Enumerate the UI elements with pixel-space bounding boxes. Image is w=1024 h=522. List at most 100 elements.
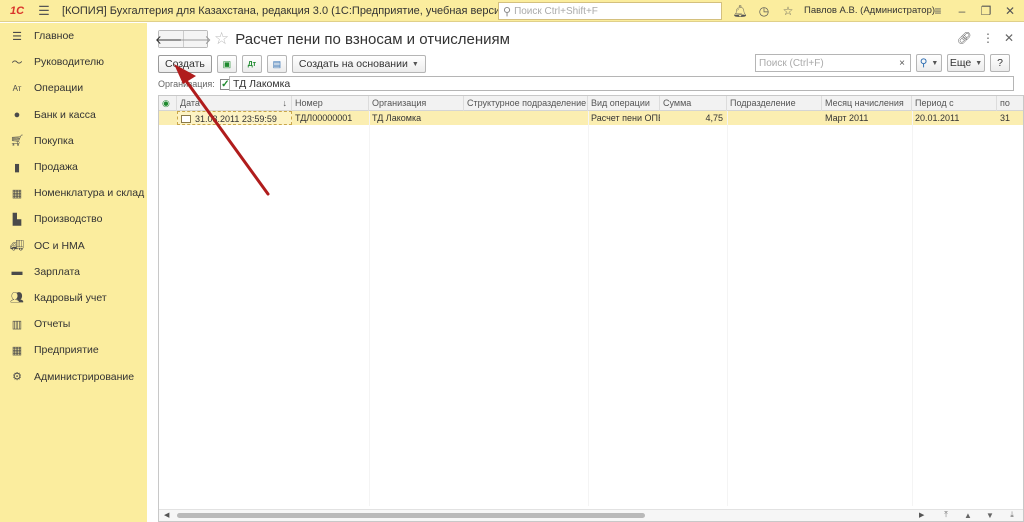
horizontal-scrollbar[interactable]: ◀ ▶ ⤒ ▲ ▼ ⤓ <box>159 509 1023 521</box>
structure-icon[interactable]: ▤ <box>266 55 287 73</box>
dt-kt-icon[interactable]: Дт <box>241 55 262 73</box>
favorite-star-icon[interactable]: ☆ <box>214 29 229 49</box>
search-icon: ⚲ <box>503 5 512 18</box>
gear-icon: ⚙ <box>12 371 22 384</box>
sidebar-item-5[interactable]: ▮ Продажа <box>0 154 147 180</box>
sidebar-item-label: Операции <box>34 82 84 95</box>
coin-icon: ● <box>13 108 21 121</box>
clear-search-icon[interactable]: × <box>894 54 911 72</box>
sidebar-item-9[interactable]: ▬ Зарплата <box>0 259 147 285</box>
scroll-bottom-icon[interactable]: ⤓ <box>1003 509 1021 521</box>
sidebar-item-6[interactable]: ▦ Номенклатура и склад <box>0 180 147 206</box>
scroll-up-icon[interactable]: ▲ <box>959 509 977 521</box>
org-filter-label: Организация: <box>158 79 215 89</box>
column-operation-type[interactable]: Вид операции <box>588 96 660 111</box>
row-date-cell[interactable]: 31.03.2011 23:59:59 <box>177 111 292 125</box>
sidebar-item-7[interactable]: ▙ Производство <box>0 206 147 232</box>
sidebar-item-label: ОС и НМА <box>34 239 85 252</box>
sidebar-item-label: Отчеты <box>34 318 71 331</box>
column-period-to[interactable]: по <box>997 96 1023 111</box>
row-organization: ТД Лакомка <box>372 113 422 123</box>
operations-icon: Ат <box>12 83 22 93</box>
close-icon[interactable]: ✕ <box>998 0 1022 22</box>
create-based-on-label: Создать на основании <box>298 58 408 70</box>
column-sum[interactable]: Сумма <box>660 96 727 111</box>
scroll-right-icon[interactable]: ▶ <box>919 511 924 519</box>
row-number: ТДЛ00000001 <box>295 113 353 123</box>
sidebar-item-label: Кадровый учет <box>34 291 107 304</box>
more-options-icon[interactable]: ⋮ <box>982 31 994 45</box>
sidebar-item-label: Покупка <box>34 134 74 147</box>
create-based-on-button[interactable]: Создать на основании ▼ <box>291 55 426 73</box>
bell-icon[interactable]: 🔔︎ <box>728 0 752 22</box>
column-organization[interactable]: Организация <box>369 96 464 111</box>
sidebar-item-10[interactable]: 👥︎ Кадровый учет <box>0 285 147 311</box>
people-icon: 👥︎ <box>10 292 24 305</box>
settings-menu-icon[interactable]: ≡ <box>926 0 950 22</box>
column-date[interactable]: Дата ↓ <box>177 96 292 111</box>
column-number[interactable]: Номер <box>292 96 369 111</box>
1c-logo: 1С <box>9 4 25 17</box>
status-column-icon[interactable]: ◉ <box>159 96 177 111</box>
sidebar-item-0[interactable]: ☰ Главное <box>0 23 147 49</box>
sidebar-item-label: Производство <box>34 213 103 226</box>
row-division <box>727 111 822 125</box>
current-user[interactable]: Павлов А.В. (Администратор) <box>804 0 935 22</box>
sidebar-item-11[interactable]: ▥ Отчеты <box>0 311 147 337</box>
minimize-icon[interactable]: – <box>950 0 974 22</box>
help-button[interactable]: ? <box>990 54 1010 72</box>
cart-icon: 🛒︎ <box>10 135 24 148</box>
copy-document-icon[interactable]: ▣ <box>216 55 237 73</box>
list-search-input[interactable]: Поиск (Ctrl+F) <box>755 54 910 72</box>
main-menu-icon[interactable]: ☰ <box>34 0 54 22</box>
building-icon: ▦ <box>11 344 23 357</box>
org-filter-field[interactable]: ТД Лакомка <box>229 76 1014 91</box>
restore-icon[interactable]: ❐ <box>974 0 998 22</box>
documents-table: ◉ Дата ↓ Номер Организация Структурное по… <box>158 95 1024 522</box>
sidebar-item-4[interactable]: 🛒︎ Покупка <box>0 128 147 154</box>
scroll-thumb[interactable] <box>177 513 645 518</box>
sidebar-item-2[interactable]: Ат Операции <box>0 75 147 101</box>
column-divider <box>588 111 589 506</box>
sidebar-item-13[interactable]: ⚙ Администрирование <box>0 363 147 389</box>
search-button[interactable]: ⚲ ▼ <box>916 54 942 72</box>
sidebar-item-3[interactable]: ● Банк и касса <box>0 102 147 128</box>
trend-icon: 〜 <box>11 57 23 70</box>
sidebar-item-1[interactable]: 〜 Руководителю <box>0 49 147 75</box>
sidebar-item-12[interactable]: ▦ Предприятие <box>0 337 147 363</box>
factory-icon: ▙ <box>12 213 22 226</box>
column-structural-unit[interactable]: Структурное подразделение <box>464 96 588 111</box>
column-divider <box>727 111 728 506</box>
row-date: 31.03.2011 23:59:59 <box>195 114 277 124</box>
app-title: [КОПИЯ] Бухгалтерия для Казахстана, реда… <box>62 4 510 17</box>
column-divider <box>912 111 913 506</box>
grid-icon: ▦ <box>11 187 23 200</box>
column-date-label: Дата <box>180 98 200 108</box>
sidebar-item-8[interactable]: 🚚︎ ОС и НМА <box>0 233 147 259</box>
truck-icon: 🚚︎ <box>10 240 24 253</box>
scroll-left-icon[interactable]: ◀ <box>164 511 169 519</box>
column-divider <box>369 111 370 506</box>
column-division[interactable]: Подразделение <box>727 96 822 111</box>
column-accrual-month[interactable]: Месяц начисления <box>822 96 912 111</box>
sidebar-item-label: Банк и касса <box>34 108 96 121</box>
forward-arrow-icon[interactable]: 🡒 <box>179 31 212 47</box>
close-form-icon[interactable]: ✕ <box>1004 31 1014 45</box>
scroll-top-icon[interactable]: ⤒ <box>937 509 955 521</box>
sidebar-item-label: Главное <box>34 30 75 43</box>
sidebar-item-label: Руководителю <box>34 56 105 69</box>
more-button[interactable]: Еще ▼ <box>947 54 985 72</box>
navigation-buttons: 🡐 🡒 <box>155 30 212 48</box>
form-area: 🡐 🡒 ☆ Расчет пени по взносам и отчислени… <box>147 23 1024 522</box>
link-icon[interactable]: 🔗︎ <box>957 31 972 45</box>
table-row[interactable]: 31.03.2011 23:59:59 ТДЛ00000001 ТД Лаком… <box>159 111 1023 125</box>
create-button[interactable]: Создать <box>158 55 212 73</box>
sale-icon: ▮ <box>13 161 21 174</box>
scroll-down-icon[interactable]: ▼ <box>981 509 999 521</box>
column-period-from[interactable]: Период с <box>912 96 997 111</box>
sort-down-icon: ↓ <box>282 98 288 108</box>
history-icon[interactable]: ◷ <box>752 0 776 22</box>
global-search-input[interactable]: ⚲ Поиск Ctrl+Shift+F <box>498 2 722 20</box>
favorites-star-icon[interactable]: ☆ <box>776 0 800 22</box>
chevron-down-icon: ▼ <box>411 60 419 68</box>
